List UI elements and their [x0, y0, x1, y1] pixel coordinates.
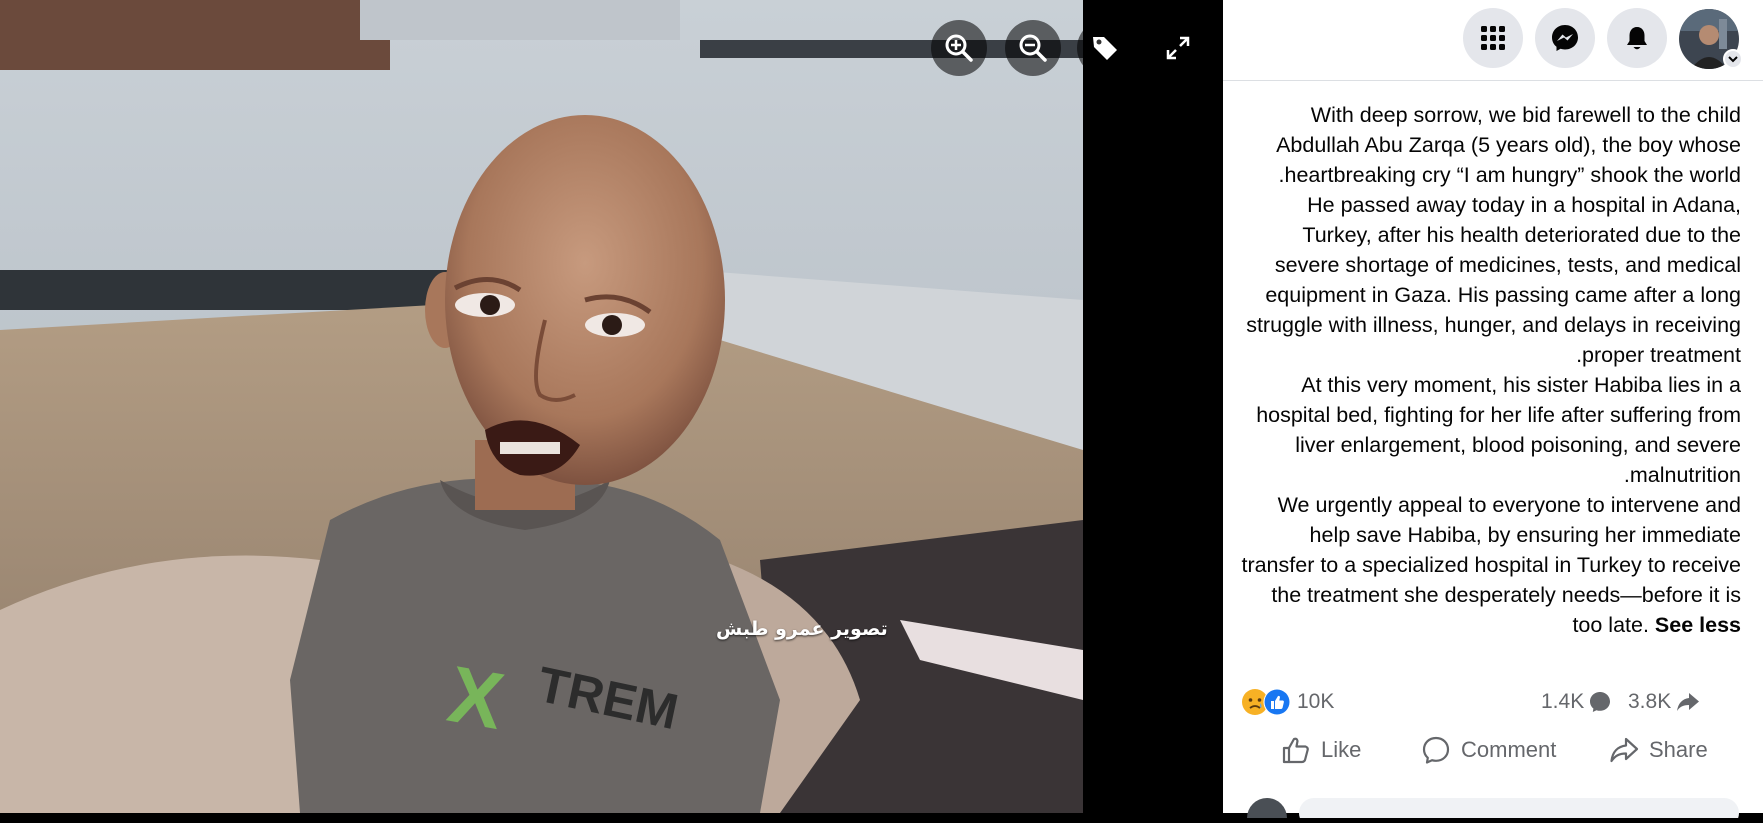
comment-button[interactable]: Comment: [1421, 725, 1556, 775]
comment-input[interactable]: [1299, 798, 1739, 823]
fullscreen-button[interactable]: [1150, 20, 1206, 76]
post-photo[interactable]: X TREM تصوير عمرو طبش: [0, 0, 1083, 813]
share-count[interactable]: 3.8K: [1628, 690, 1700, 714]
comment-count-value: 1.4K: [1541, 690, 1585, 713]
bell-icon: [1627, 27, 1647, 50]
top-bar: [1223, 0, 1763, 81]
comment-icon: [1422, 736, 1450, 764]
share-label: Share: [1649, 737, 1708, 762]
comment-label: Comment: [1461, 737, 1557, 762]
photo-credit-watermark: تصوير عمرو طبش: [716, 618, 888, 640]
commenter-avatar: [1247, 798, 1287, 823]
messenger-button[interactable]: [1535, 8, 1595, 68]
share-count-value: 3.8K: [1628, 690, 1672, 713]
share-arrow-icon: [1677, 693, 1700, 711]
tag-button[interactable]: [1077, 20, 1133, 76]
post-side-panel: With deep sorrow, we bid farewell to the…: [1223, 0, 1763, 823]
notifications-button[interactable]: [1607, 8, 1667, 68]
zoom-in-button[interactable]: [931, 20, 987, 76]
reaction-count[interactable]: 10K: [1297, 690, 1334, 714]
post-actions: Like Comment Share: [1223, 725, 1763, 775]
post-text: With deep sorrow, we bid farewell to the…: [1239, 100, 1741, 640]
like-reaction-icon: [1263, 688, 1291, 716]
comment-count[interactable]: 1.4K: [1541, 690, 1611, 714]
photo-viewer: X TREM تصوير عمرو طبش: [0, 0, 1223, 813]
zoom-out-button[interactable]: [1005, 20, 1061, 76]
reaction-icons[interactable]: [1241, 687, 1293, 717]
like-icon: [1282, 737, 1309, 764]
post-body: With deep sorrow, we bid farewell to the…: [1241, 103, 1741, 637]
zoom-in-icon: [945, 34, 973, 62]
menu-button[interactable]: [1463, 8, 1523, 68]
menu-grid-icon: [1481, 26, 1505, 50]
like-label: Like: [1321, 737, 1362, 762]
zoom-out-icon: [1019, 34, 1047, 62]
comment-composer-preview: [1247, 798, 1747, 823]
messenger-icon: [1552, 25, 1578, 51]
like-button[interactable]: Like: [1281, 725, 1361, 775]
account-menu-button[interactable]: [1723, 49, 1743, 69]
see-less-link[interactable]: See less: [1655, 613, 1741, 637]
fullscreen-icon: [1166, 36, 1190, 60]
comment-bubble-icon: [1590, 692, 1611, 712]
share-button[interactable]: Share: [1609, 725, 1708, 775]
post-stats: 10K 1.4K 3.8K: [1241, 684, 1741, 720]
share-icon: [1610, 737, 1639, 763]
chevron-down-icon: [1728, 56, 1738, 63]
tag-icon: [1093, 37, 1117, 60]
